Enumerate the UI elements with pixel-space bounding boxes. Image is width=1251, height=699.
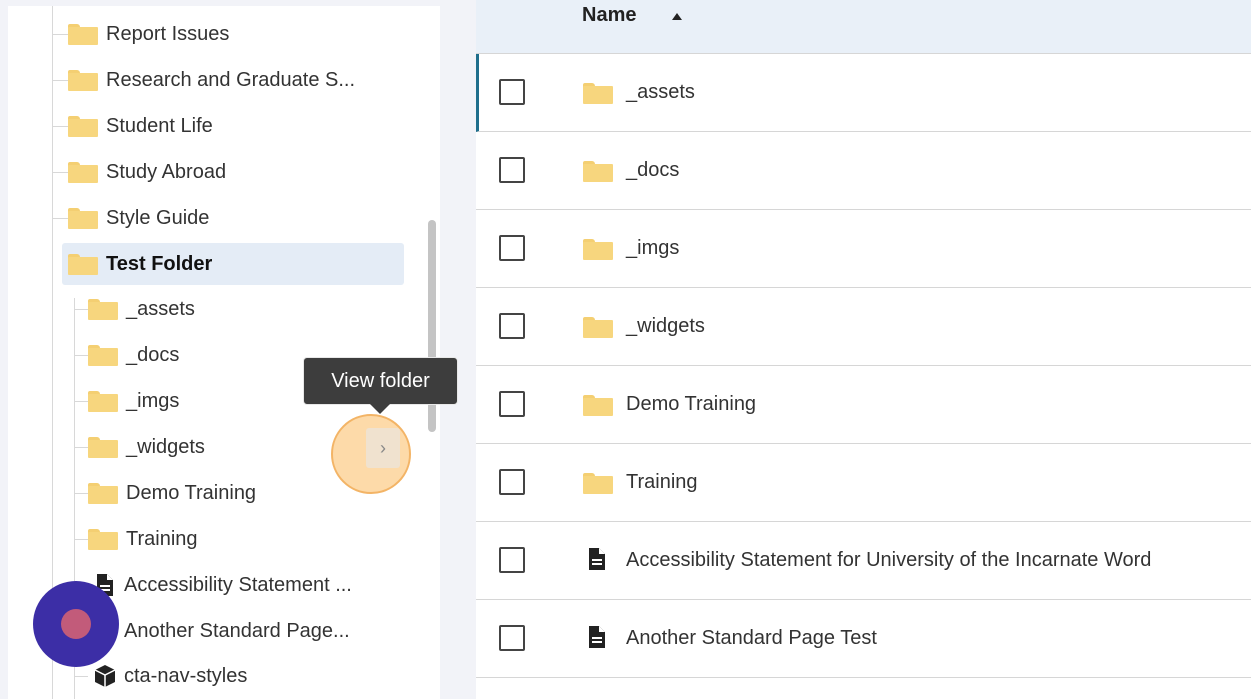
folder-icon	[68, 23, 98, 45]
row-label[interactable]: Training	[626, 471, 698, 494]
tree-item-label: _assets	[126, 297, 195, 320]
tree-item-accessibility-statement[interactable]: Accessibility Statement ...	[74, 568, 352, 602]
row-checkbox[interactable]	[499, 235, 525, 261]
tree-item-widgets[interactable]: _widgets	[74, 430, 205, 464]
tree-item-research[interactable]: Research and Graduate S...	[52, 63, 355, 97]
cursor-indicator	[33, 581, 119, 667]
folder-icon	[68, 115, 98, 137]
tree-item-student-life[interactable]: Student Life	[52, 109, 213, 143]
row-checkbox[interactable]	[499, 157, 525, 183]
folder-icon	[68, 253, 98, 275]
tree-item-test-folder[interactable]: Test Folder	[62, 243, 404, 285]
row-checkbox[interactable]	[499, 79, 525, 105]
table-row[interactable]: _imgs	[476, 210, 1251, 288]
tree-item-label: cta-nav-styles	[124, 664, 248, 687]
row-checkbox[interactable]	[499, 469, 525, 495]
table-row[interactable]: Accessibility Statement for University o…	[476, 522, 1251, 600]
folder-icon	[583, 161, 613, 182]
folder-icon	[88, 390, 118, 412]
row-checkbox[interactable]	[499, 313, 525, 339]
tree-item-imgs[interactable]: _imgs	[74, 384, 179, 418]
tree-item-label: _imgs	[126, 389, 180, 412]
block-cube-icon	[94, 665, 116, 687]
folder-icon	[68, 161, 98, 183]
tree-item-assets[interactable]: _assets	[74, 292, 195, 326]
table-row[interactable]: Demo Training	[476, 366, 1251, 444]
row-checkbox[interactable]	[499, 625, 525, 651]
folder-contents-list: Name _assets _docs _imgs _widgets Demo T…	[476, 0, 1251, 699]
folder-icon	[583, 395, 613, 416]
table-row[interactable]: _docs	[476, 132, 1251, 210]
row-label[interactable]: _imgs	[626, 237, 679, 260]
tree-item-docs[interactable]: _docs	[74, 338, 179, 372]
row-checkbox[interactable]	[499, 391, 525, 417]
folder-icon	[88, 482, 118, 504]
folder-icon	[88, 528, 118, 550]
view-folder-button[interactable]: ›	[366, 428, 400, 468]
tooltip-arrow	[370, 404, 390, 414]
tree-item-label: Accessibility Statement ...	[124, 573, 352, 596]
tree-item-label: Student Life	[106, 114, 213, 137]
tree-item-training[interactable]: Training	[74, 522, 198, 556]
folder-icon	[88, 298, 118, 320]
tree-item-cta-nav-styles[interactable]: cta-nav-styles	[74, 659, 247, 693]
row-label[interactable]: Another Standard Page Test	[626, 627, 877, 650]
tree-item-label: _widgets	[126, 435, 205, 458]
tree-item-label: Study Abroad	[106, 160, 227, 183]
folder-icon	[583, 473, 613, 494]
folder-icon	[583, 239, 613, 260]
tree-item-label: Report Issues	[106, 22, 230, 45]
folder-icon	[88, 344, 118, 366]
tree-item-label: Demo Training	[126, 481, 257, 504]
table-row[interactable]: _assets	[476, 54, 1251, 132]
view-folder-tooltip: View folder	[303, 357, 458, 405]
tree-item-style-guide[interactable]: Style Guide	[52, 201, 209, 235]
tree-item-label: Style Guide	[106, 206, 210, 229]
table-row[interactable]: _widgets	[476, 288, 1251, 366]
tree-item-demo-training[interactable]: Demo Training	[74, 476, 256, 510]
row-label[interactable]: _docs	[626, 159, 679, 182]
table-row[interactable]: Another Standard Page Test	[476, 600, 1251, 678]
row-label[interactable]: _widgets	[626, 315, 705, 338]
name-column-header[interactable]: Name	[582, 4, 636, 27]
tree-item-study-abroad[interactable]: Study Abroad	[52, 155, 226, 189]
folder-icon	[88, 436, 118, 458]
row-label[interactable]: Accessibility Statement for University o…	[626, 549, 1151, 572]
chevron-right-icon: ›	[380, 437, 386, 458]
folder-icon	[583, 83, 613, 104]
folder-icon	[68, 69, 98, 91]
tree-item-label: Test Folder	[106, 252, 213, 275]
sort-ascending-icon[interactable]	[672, 13, 682, 20]
tree-item-label: Another Standard Page...	[124, 619, 350, 642]
tree-item-label: _docs	[126, 343, 180, 366]
folder-icon	[68, 207, 98, 229]
table-row[interactable]: Training	[476, 444, 1251, 522]
tree-item-report-issues[interactable]: Report Issues	[52, 17, 229, 51]
tree-item-label: Research and Graduate S...	[106, 68, 356, 91]
page-icon	[589, 626, 605, 648]
row-label[interactable]: Demo Training	[626, 393, 756, 416]
page-icon	[589, 548, 605, 570]
row-checkbox[interactable]	[499, 547, 525, 573]
tree-item-label: Training	[126, 527, 198, 550]
row-label[interactable]: _assets	[626, 81, 695, 104]
folder-icon	[583, 317, 613, 338]
list-header: Name	[476, 0, 1251, 54]
